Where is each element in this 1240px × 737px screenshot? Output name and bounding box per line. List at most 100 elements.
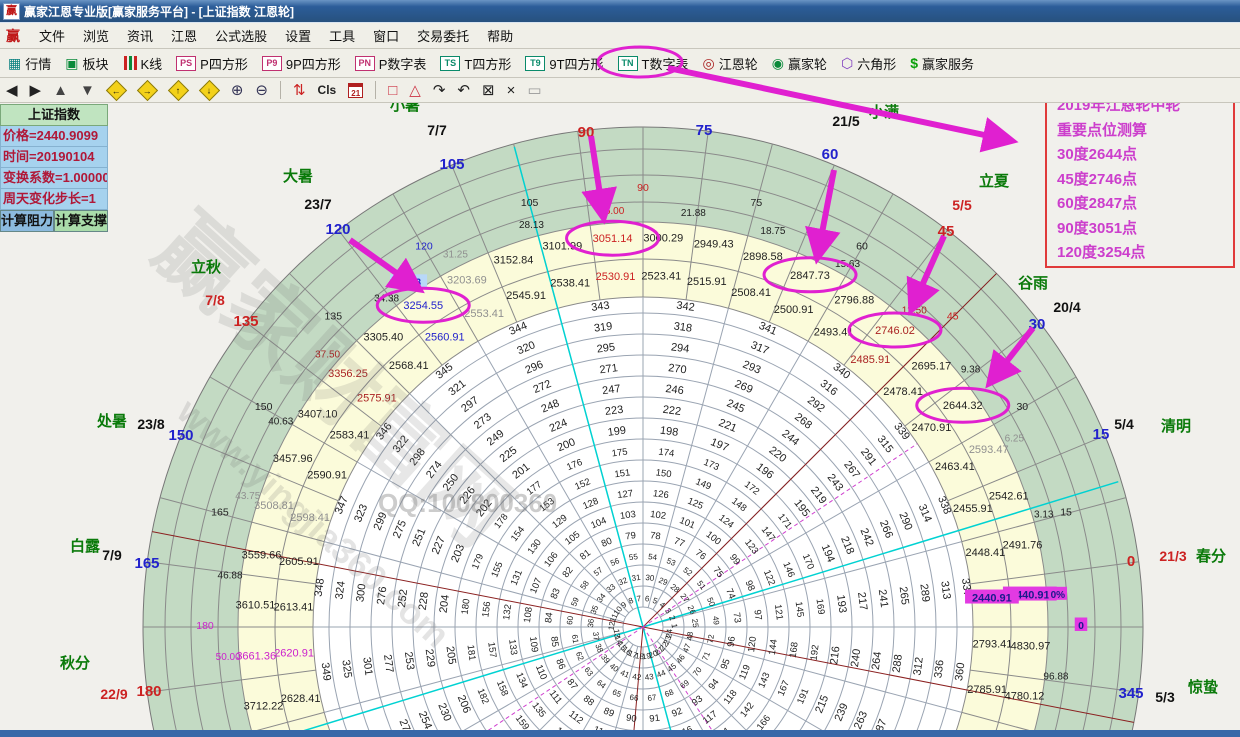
tool-flip-up[interactable]: ▲ (47, 81, 74, 100)
svg-text:2847.73: 2847.73 (790, 270, 830, 282)
tool-calendar[interactable]: 21 (342, 82, 369, 99)
svg-text:30: 30 (1016, 401, 1028, 413)
menu-item-5[interactable]: 设置 (276, 23, 320, 48)
zoom-out-icon: ⊖ (255, 81, 268, 99)
svg-text:5/5: 5/5 (952, 197, 972, 213)
menu-item-7[interactable]: 窗口 (364, 23, 408, 48)
svg-text:2590.91: 2590.91 (307, 469, 347, 481)
toolbar-button-t-square[interactable]: TST四方形 (432, 52, 517, 75)
menu-item-4[interactable]: 公式选股 (206, 23, 276, 48)
svg-text:5/4: 5/4 (1114, 416, 1134, 432)
tool-forward[interactable]: ▶ (24, 80, 48, 100)
svg-text:36: 36 (586, 618, 596, 629)
toolbar-button-hexagon[interactable]: ⬡六角形 (833, 52, 902, 75)
tool-box-x-tool[interactable]: ⊠ (476, 80, 501, 100)
svg-text:2470.91: 2470.91 (912, 422, 952, 434)
tool-cross-tool[interactable]: × (501, 81, 522, 100)
svg-text:2746.02: 2746.02 (875, 325, 915, 337)
svg-text:7/8: 7/8 (205, 292, 225, 308)
svg-text:2500.91: 2500.91 (774, 304, 814, 316)
toolbar-label-kline: K线 (141, 54, 163, 73)
svg-text:25.00: 25.00 (599, 206, 624, 217)
arrow-glyph: ↓ (207, 85, 212, 95)
toolbar-button-quotes[interactable]: ▦行情 (0, 52, 57, 75)
svg-text:181: 181 (464, 644, 477, 661)
title-bar: 赢 赢家江恩专业版[赢家服务平台] - [上证指数 江恩轮] (0, 0, 1240, 23)
tool-flip-down[interactable]: ▼ (74, 81, 101, 100)
menu-item-3[interactable]: 江恩 (162, 23, 206, 48)
svg-text:156: 156 (480, 601, 493, 618)
menu-item-9[interactable]: 帮助 (478, 23, 522, 48)
tool-pan-down[interactable]: ↓ (194, 82, 225, 99)
calc-resistance-button[interactable]: 计算阻力 (0, 210, 54, 232)
tool-pan-left[interactable]: ← (101, 82, 132, 99)
arrow-glyph: ↑ (176, 85, 181, 95)
svg-text:2605.91: 2605.91 (279, 556, 319, 568)
tool-rotate-cw[interactable]: ↷ (427, 80, 452, 100)
tool-back[interactable]: ◀ (0, 80, 24, 100)
svg-text:120: 120 (325, 221, 350, 238)
up-down-arrows-icon: ⇅ (293, 81, 306, 99)
toolbar-button-sectors[interactable]: ▣板块 (57, 52, 114, 75)
svg-text:295: 295 (596, 341, 616, 355)
svg-text:4780.12: 4780.12 (1005, 691, 1045, 703)
info-row-1: 时间=20190104 (0, 147, 108, 168)
tool-up-down-arrows[interactable]: ⇅ (287, 80, 312, 100)
menu-item-2[interactable]: 资讯 (118, 23, 162, 48)
tool-triangle-tool[interactable]: △ (403, 80, 427, 100)
svg-text:91: 91 (649, 713, 661, 725)
toolbar-button-9p-square[interactable]: P99P四方形 (254, 52, 347, 75)
annotation-line-1: 重要点位测算 (1057, 119, 1233, 144)
svg-text:121: 121 (772, 604, 785, 621)
svg-text:2593.47: 2593.47 (969, 444, 1009, 456)
tool-cls[interactable]: Cls (312, 82, 343, 98)
svg-text:25: 25 (690, 618, 700, 629)
tool-pan-right[interactable]: → (132, 82, 163, 99)
svg-text:2796.88: 2796.88 (834, 295, 874, 307)
svg-text:2448.41: 2448.41 (965, 547, 1005, 559)
toolbar-label-p-table: P数字表 (379, 54, 427, 73)
svg-text:165: 165 (134, 555, 159, 572)
toolbar-button-winner-service[interactable]: $赢家服务 (902, 52, 980, 75)
toolbar-label-9p-square: 9P四方形 (286, 54, 341, 73)
svg-text:23/7: 23/7 (304, 196, 331, 212)
kline-icon (123, 56, 137, 70)
svg-text:处暑: 处暑 (96, 412, 127, 430)
toolbar-button-kline[interactable]: K线 (115, 52, 169, 75)
svg-text:2949.43: 2949.43 (694, 238, 734, 250)
toolbar-button-p-table[interactable]: PNP数字表 (347, 52, 433, 75)
tool-pan-up[interactable]: ↑ (163, 82, 194, 99)
pan-up-icon: ↑ (168, 79, 189, 100)
svg-text:151: 151 (614, 467, 631, 480)
tool-zoom-in[interactable]: ⊕ (225, 80, 250, 100)
svg-text:30: 30 (645, 573, 656, 583)
toolbar-button-gann-wheel[interactable]: ◎江恩轮 (695, 52, 764, 75)
calendar-icon: 21 (348, 83, 363, 98)
menu-item-6[interactable]: 工具 (320, 23, 364, 48)
toolbar-button-p-square[interactable]: PSP四方形 (168, 52, 254, 75)
arrow-glyph: ← (112, 85, 121, 95)
svg-text:2508.41: 2508.41 (731, 287, 771, 299)
svg-text:49: 49 (711, 615, 721, 626)
svg-text:103: 103 (619, 509, 636, 522)
app-logo-icon: 赢 (6, 26, 20, 46)
toolbar-button-t-table[interactable]: TNT数字表 (610, 52, 695, 75)
menu-item-8[interactable]: 交易委托 (408, 23, 478, 48)
toolbar-button-winner-wheel[interactable]: ◉赢家轮 (764, 52, 833, 75)
svg-text:3305.40: 3305.40 (363, 332, 403, 344)
calc-support-button[interactable]: 计算支撑 (54, 210, 108, 232)
svg-text:360: 360 (953, 662, 967, 682)
tool-zoom-out[interactable]: ⊖ (249, 80, 274, 100)
annotation-line-2: 30度2644点 (1057, 143, 1233, 168)
tool-square-tool[interactable]: □ (382, 81, 403, 100)
toolbar-button-9t-square[interactable]: T99T四方形 (517, 52, 609, 75)
svg-text:7/9: 7/9 (102, 547, 122, 563)
tool-screen-tool[interactable]: ▭ (521, 80, 547, 100)
flip-down-icon: ▼ (80, 82, 95, 99)
svg-text:2515.91: 2515.91 (687, 276, 727, 288)
menu-item-0[interactable]: 文件 (30, 23, 74, 48)
tool-rotate-ccw[interactable]: ↶ (451, 80, 476, 100)
svg-text:15: 15 (1093, 426, 1110, 443)
menu-item-1[interactable]: 浏览 (74, 23, 118, 48)
svg-text:343: 343 (591, 300, 611, 314)
